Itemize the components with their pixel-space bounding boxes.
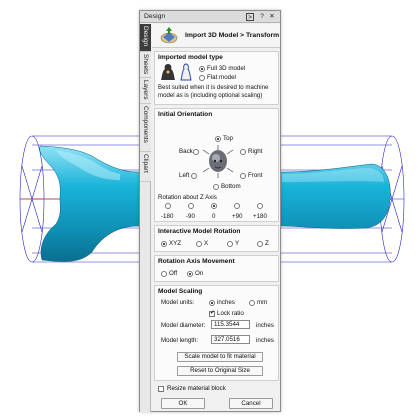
model-type-description: Best suited when it is desired to machin… xyxy=(158,84,269,99)
radio-orient-left[interactable] xyxy=(191,173,197,179)
radio-rot-minus-90[interactable] xyxy=(188,203,194,209)
pin-icon[interactable]: > xyxy=(246,13,254,21)
radio-rotation-x[interactable] xyxy=(196,241,202,247)
section-title-model-scaling: Model Scaling xyxy=(158,288,203,295)
tab-layers-label: Layers xyxy=(142,80,149,100)
section-title-model-type: Imported model type xyxy=(158,54,223,61)
label-orient-back: Back xyxy=(179,148,193,155)
checkbox-lock-ratio[interactable] xyxy=(209,310,215,317)
label-lock-ratio: Lock ratio xyxy=(217,310,244,317)
label-rotation-y: Y xyxy=(235,240,240,247)
design-panel: Design > ? ✕ Design Sheets Layers Compon… xyxy=(139,10,281,412)
flat-model-icon xyxy=(180,63,192,81)
tab-components-label: Components xyxy=(142,106,149,143)
section-model-type: Imported model type Full 3D model Flat m… xyxy=(154,51,279,105)
panel-title: Design xyxy=(144,13,166,20)
label-orient-top: Top xyxy=(223,135,233,142)
label-axis-on: On xyxy=(195,270,204,277)
label-model-length: Model length: xyxy=(161,337,199,344)
radio-units-inches[interactable] xyxy=(209,300,215,306)
panel-titlebar[interactable]: Design > ? ✕ xyxy=(140,11,280,23)
tab-design[interactable]: Design xyxy=(140,24,151,52)
label-diameter-unit: inches xyxy=(256,322,274,329)
label-model-units: Model units: xyxy=(161,299,195,306)
close-icon[interactable]: ✕ xyxy=(268,13,276,21)
label-axis-off: Off xyxy=(169,270,178,277)
radio-units-mm[interactable] xyxy=(249,300,255,306)
label-rot-plus-180: +180 xyxy=(253,213,267,220)
cancel-button[interactable]: Cancel xyxy=(229,398,273,409)
label-rot-minus-180: -180 xyxy=(161,213,174,220)
panel-content: Import 3D Model > Transform Imported mod… xyxy=(152,24,280,412)
radio-rot-plus-90[interactable] xyxy=(234,203,240,209)
section-initial-orientation: Initial Orientation Top Back Right Left … xyxy=(154,108,279,222)
tab-sheets[interactable]: Sheets xyxy=(140,52,151,78)
tab-components[interactable]: Components xyxy=(140,104,151,152)
label-resize-material: Resize material block xyxy=(167,385,226,392)
tab-clipart[interactable]: Clipart xyxy=(140,152,151,182)
label-full-3d-model: Full 3D model xyxy=(207,65,246,72)
radio-full-3d-model[interactable] xyxy=(199,66,205,72)
scale-to-fit-button[interactable]: Scale model to fit material xyxy=(177,352,263,362)
section-axis-movement: Rotation Axis Movement Off On xyxy=(154,255,279,282)
label-rotation-z: Rotation about Z Axis xyxy=(158,194,217,201)
orientation-head-icon xyxy=(202,145,234,178)
radio-rotation-y[interactable] xyxy=(227,241,233,247)
radio-flat-model[interactable] xyxy=(199,75,205,81)
tab-layers[interactable]: Layers xyxy=(140,78,151,104)
label-units-inches: inches xyxy=(217,299,235,306)
vertical-tab-strip: Design Sheets Layers Components Clipart xyxy=(140,24,151,412)
breadcrumb: Import 3D Model > Transform xyxy=(185,32,280,39)
tab-clipart-label: Clipart xyxy=(142,154,149,173)
radio-rot-plus-180[interactable] xyxy=(257,203,263,209)
label-orient-left: Left xyxy=(179,172,190,179)
section-interactive-rotation: Interactive Model Rotation XYZ X Y Z xyxy=(154,225,279,252)
label-rot-0: 0 xyxy=(212,213,216,220)
reset-size-button[interactable]: Reset to Original Size xyxy=(177,366,263,376)
label-rot-plus-90: +90 xyxy=(232,213,243,220)
radio-orient-right[interactable] xyxy=(240,149,246,155)
ok-button[interactable]: OK xyxy=(161,398,205,409)
tab-sheets-label: Sheets xyxy=(142,54,149,75)
label-orient-bottom: Bottom xyxy=(221,183,241,190)
section-title-orientation: Initial Orientation xyxy=(158,111,213,118)
label-rotation-x: X xyxy=(204,240,209,247)
radio-rotation-z[interactable] xyxy=(257,241,263,247)
full-3d-model-icon xyxy=(161,64,175,80)
tab-design-label: Design xyxy=(142,26,149,47)
label-model-diameter: Model diameter: xyxy=(161,322,206,329)
label-rotation-z-option: Z xyxy=(265,240,269,247)
label-orient-right: Right xyxy=(248,148,263,155)
help-icon[interactable]: ? xyxy=(258,13,266,21)
label-flat-model: Flat model xyxy=(207,74,236,81)
section-title-interactive-rotation: Interactive Model Rotation xyxy=(158,228,241,235)
import-3d-model-icon xyxy=(160,27,178,44)
model-length-field[interactable]: 327.0516 xyxy=(211,335,250,344)
checkbox-resize-material[interactable] xyxy=(158,386,164,392)
radio-orient-bottom[interactable] xyxy=(213,184,219,190)
model-diameter-field[interactable]: 115.3544 xyxy=(211,320,250,329)
section-title-axis-movement: Rotation Axis Movement xyxy=(158,258,235,265)
radio-orient-front[interactable] xyxy=(240,173,246,179)
radio-axis-on[interactable] xyxy=(187,271,193,277)
radio-axis-off[interactable] xyxy=(161,271,167,277)
label-rot-minus-90: -90 xyxy=(186,213,195,220)
label-length-unit: inches xyxy=(256,337,274,344)
radio-rot-0[interactable] xyxy=(211,203,217,209)
label-units-mm: mm xyxy=(257,299,268,306)
page-header: Import 3D Model > Transform xyxy=(152,24,280,48)
radio-rotation-xyz[interactable] xyxy=(161,241,167,247)
radio-rot-minus-180[interactable] xyxy=(165,203,171,209)
label-orient-front: Front xyxy=(248,172,263,179)
label-rotation-xyz: XYZ xyxy=(169,240,182,247)
section-model-scaling: Model Scaling Model units: inches mm Loc… xyxy=(154,285,279,381)
